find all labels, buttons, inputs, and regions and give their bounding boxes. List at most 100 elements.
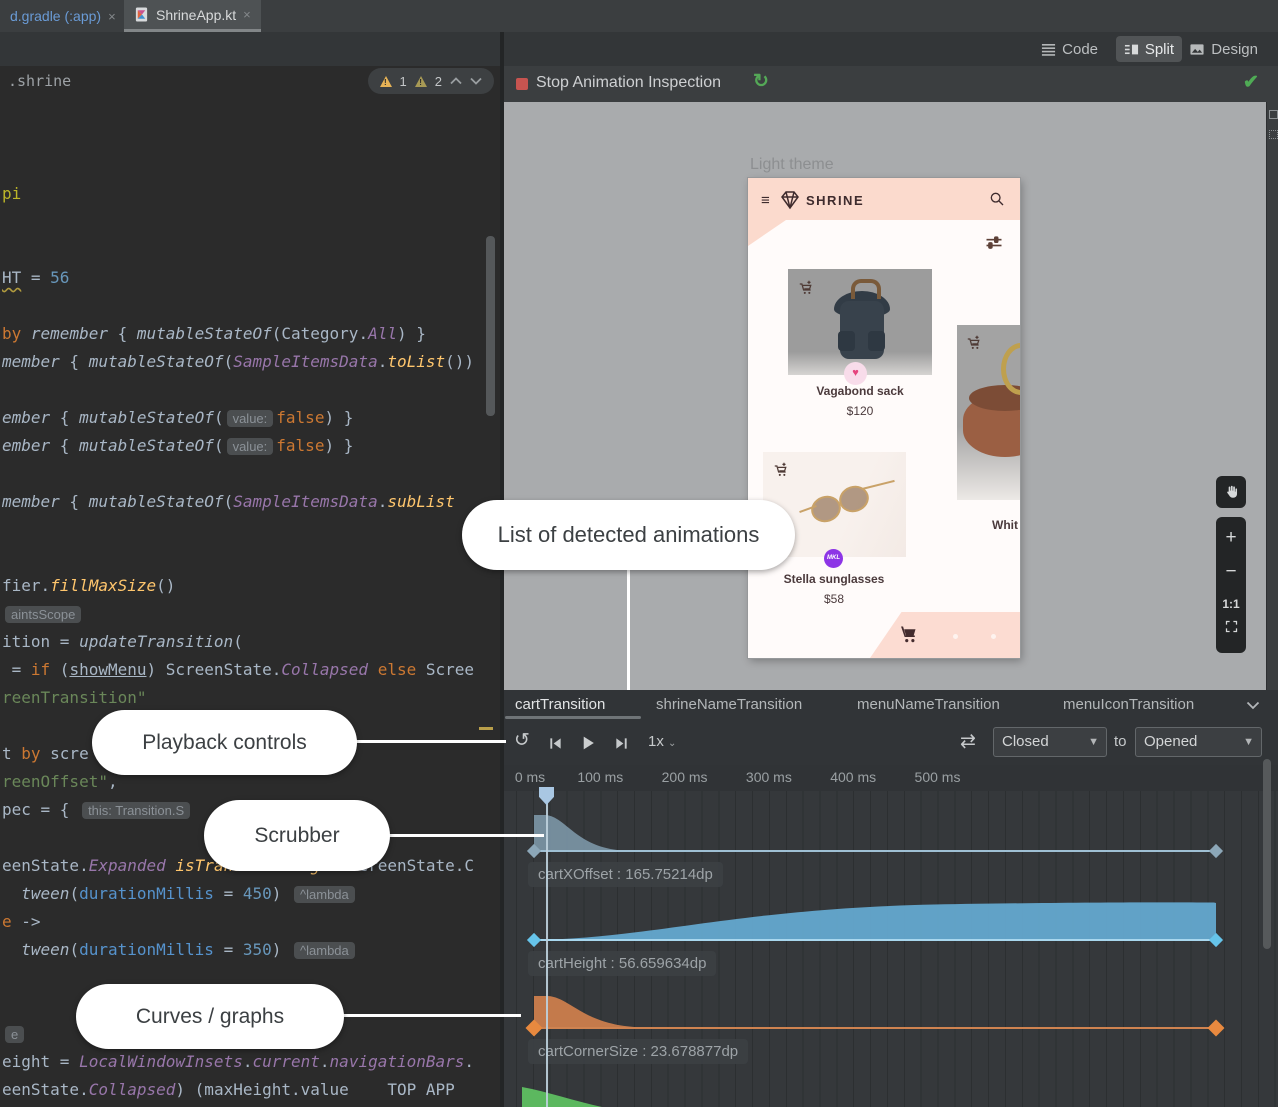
chevron-down-icon: ⌄: [668, 738, 676, 749]
play-icon[interactable]: [580, 734, 597, 752]
zoom-1to1-button[interactable]: 1:1: [1216, 597, 1246, 611]
add-cart-icon[interactable]: [966, 334, 983, 351]
code-token: tween: [21, 884, 69, 903]
code-token: }: [344, 408, 354, 427]
code-token: mutableStateOf: [89, 352, 224, 371]
code-token: ): [397, 324, 416, 343]
code-token: ,: [108, 772, 118, 791]
code-token: .: [358, 324, 368, 343]
dropdown-arrow-icon: ▼: [1243, 728, 1254, 756]
hamburger-menu-icon[interactable]: ≡: [761, 192, 770, 209]
timeline-tick-label: 300 ms: [746, 769, 792, 785]
keyframe-diamond[interactable]: [527, 933, 541, 947]
tool-strip-icon[interactable]: [1269, 130, 1278, 139]
swap-states-icon[interactable]: ⇄: [960, 730, 976, 753]
product-image-belt[interactable]: [957, 325, 1020, 500]
code-line: tween(durationMillis = 350) ^lambda: [2, 936, 358, 964]
tab-shrineapp[interactable]: ShrineApp.kt ×: [124, 0, 261, 32]
code-token: {: [60, 352, 89, 371]
split-view-button[interactable]: Split: [1116, 36, 1182, 62]
curves-scrollbar[interactable]: [1263, 759, 1271, 949]
code-view-button[interactable]: Code: [1033, 36, 1106, 62]
zoom-controls: + − 1:1: [1216, 517, 1246, 653]
to-label: to: [1114, 733, 1127, 750]
code-token: SampleItemsData: [233, 352, 378, 371]
code-token: ->: [12, 912, 41, 931]
zoom-in-button[interactable]: +: [1216, 527, 1246, 549]
editor-warning-stripe[interactable]: [479, 727, 493, 730]
code-token: }: [416, 324, 426, 343]
design-view-button[interactable]: Design: [1181, 36, 1266, 62]
code-token: value:: [227, 410, 274, 427]
animation-tab-menuNameTransition[interactable]: menuNameTransition: [857, 690, 1000, 719]
code-token: ()): [445, 352, 474, 371]
stop-animation-inspection-label[interactable]: Stop Animation Inspection: [536, 74, 721, 92]
skip-to-start-icon[interactable]: [548, 736, 563, 751]
loop-icon[interactable]: ↺: [514, 729, 530, 752]
keyframe-diamond[interactable]: [1208, 1020, 1225, 1037]
chevron-down-icon[interactable]: [1246, 701, 1260, 710]
code-token: mutableStateOf: [79, 436, 214, 455]
timeline-header[interactable]: 0 ms100 ms200 ms300 ms400 ms500 ms: [504, 765, 1278, 792]
zoom-fit-button[interactable]: [1216, 619, 1246, 634]
tab-shrineapp-label: ShrineApp.kt: [156, 7, 236, 23]
code-token: 350: [243, 940, 272, 959]
code-token: (: [69, 884, 79, 903]
chevron-down-icon[interactable]: [470, 77, 482, 85]
add-cart-icon[interactable]: [773, 461, 790, 478]
editor-mode-row: Code Split Design: [0, 32, 1278, 67]
code-token: mutableStateOf: [89, 492, 224, 511]
skip-to-end-icon[interactable]: [614, 736, 629, 751]
close-icon[interactable]: ×: [108, 9, 116, 24]
code-token: member: [2, 352, 60, 371]
breadcrumb[interactable]: .shrine: [8, 72, 71, 90]
tab-gradle[interactable]: d.gradle (:app) ×: [0, 0, 126, 32]
zoom-out-button[interactable]: −: [1216, 561, 1246, 583]
code-token: ition =: [2, 632, 79, 651]
refresh-icon[interactable]: ↻: [753, 70, 769, 93]
scrubber-line[interactable]: [546, 788, 548, 1107]
code-line: eight = LocalWindowInsets.current.naviga…: [2, 1048, 474, 1076]
code-token: ember: [2, 408, 50, 427]
speed-value: 1x: [648, 733, 664, 750]
animation-tab-cartTransition[interactable]: cartTransition: [515, 690, 605, 719]
code-token: =: [21, 268, 50, 287]
heart-badge[interactable]: ♥: [844, 362, 867, 385]
inspection-widget[interactable]: 1 2: [368, 68, 494, 94]
to-state-select[interactable]: Opened ▼: [1135, 727, 1262, 757]
chevron-up-icon[interactable]: [450, 77, 462, 85]
shrine-cart-bar[interactable]: [870, 612, 1020, 658]
from-state-select[interactable]: Closed ▼: [993, 727, 1107, 757]
add-cart-icon[interactable]: [798, 279, 815, 296]
code-token: ember: [2, 436, 50, 455]
tool-strip-icon[interactable]: [1269, 110, 1278, 119]
design-view-icon: [1189, 42, 1205, 57]
close-icon[interactable]: ×: [243, 7, 251, 22]
product-name: Vagabond sack: [778, 384, 942, 398]
code-line: ember { mutableStateOf(value:false) }: [2, 432, 353, 460]
stop-icon[interactable]: [516, 78, 528, 90]
speed-select[interactable]: 1x ⌄: [648, 733, 676, 750]
code-token: LocalWindowInsets: [79, 1052, 243, 1071]
curve-value-label: cartXOffset : 165.75214dp: [528, 862, 723, 887]
editor-vertical-scrollbar[interactable]: [486, 236, 495, 416]
code-token: ): [324, 408, 343, 427]
filter-icon[interactable]: [984, 233, 1004, 253]
code-token: (: [69, 940, 79, 959]
weak-warning-icon: [415, 76, 427, 87]
code-token: ): [272, 940, 291, 959]
pan-button[interactable]: [1216, 476, 1246, 508]
code-editor[interactable]: piHT = 56by remember { mutableStateOf(Ca…: [0, 96, 500, 1107]
animation-tab-shrineNameTransition[interactable]: shrineNameTransition: [656, 690, 802, 719]
timeline-tick-label: 500 ms: [915, 769, 961, 785]
code-token: (: [224, 492, 234, 511]
curve-clipped: [522, 1087, 602, 1107]
animation-curves-area[interactable]: cartXOffset : 165.75214dp cartHeight : 5…: [504, 791, 1278, 1107]
weak-warning-count: 2: [435, 74, 442, 89]
code-token: fier.: [2, 576, 50, 595]
code-token: }: [344, 436, 354, 455]
product-image-vagabond-sack[interactable]: [788, 269, 932, 375]
search-icon[interactable]: [989, 191, 1005, 207]
animation-tab-menuIconTransition[interactable]: menuIconTransition: [1063, 690, 1194, 719]
keyframe-diamond[interactable]: [1209, 844, 1223, 858]
